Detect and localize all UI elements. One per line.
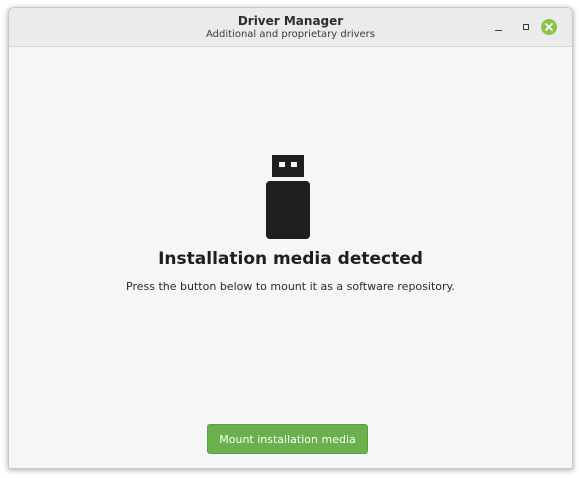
close-icon: [541, 19, 557, 35]
main-content: Installation media detected Press the bu…: [9, 47, 572, 468]
minimize-button[interactable]: [489, 18, 507, 36]
window-title: Driver Manager: [237, 14, 344, 28]
driver-manager-window: Driver Manager Additional and proprietar…: [8, 7, 573, 469]
maximize-icon: [523, 24, 529, 30]
mount-description: Press the button below to mount it as a …: [126, 280, 455, 293]
maximize-button[interactable]: [517, 18, 535, 36]
media-detected-heading: Installation media detected: [158, 249, 423, 269]
minimize-icon: [494, 29, 502, 31]
title-bar[interactable]: Driver Manager Additional and proprietar…: [9, 8, 572, 47]
mount-installation-media-button[interactable]: Mount installation media: [207, 424, 368, 454]
close-button[interactable]: [540, 18, 558, 36]
usb-drive-icon: [266, 155, 310, 239]
window-subtitle: Additional and proprietary drivers: [205, 29, 375, 40]
